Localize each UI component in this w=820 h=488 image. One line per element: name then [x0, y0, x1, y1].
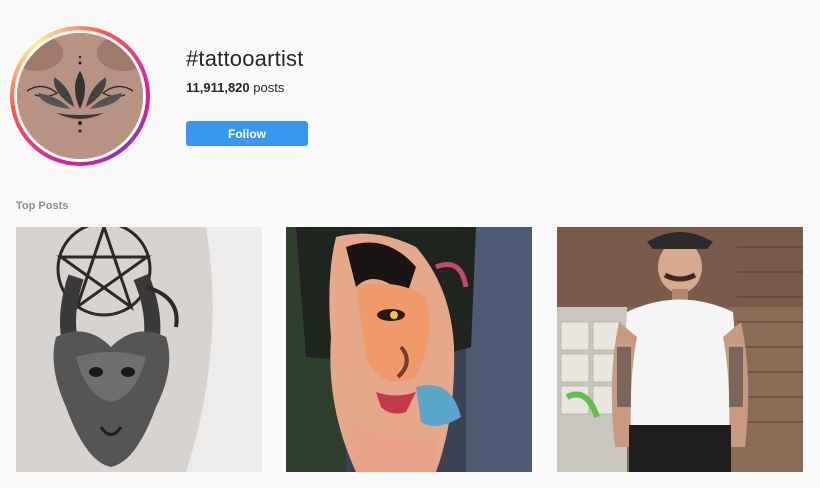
post-thumbnail-tattooed-man[interactable]	[557, 227, 803, 472]
avatar-frame	[14, 30, 146, 162]
follow-button[interactable]: Follow	[186, 121, 308, 146]
top-posts-label: Top Posts	[16, 200, 69, 212]
post-count-number: 11,911,820	[186, 80, 250, 95]
hashtag-avatar[interactable]	[10, 26, 150, 166]
post-count: 11,911,820 posts	[186, 80, 284, 95]
post-count-suffix: posts	[249, 80, 285, 95]
post-thumbnail-goat-tattoo[interactable]	[16, 227, 262, 472]
avatar-lotus-tattoo-image	[17, 33, 143, 159]
hashtag-title: #tattooartist	[186, 46, 304, 71]
post-thumbnail-face-hand-tattoo[interactable]	[286, 227, 532, 472]
